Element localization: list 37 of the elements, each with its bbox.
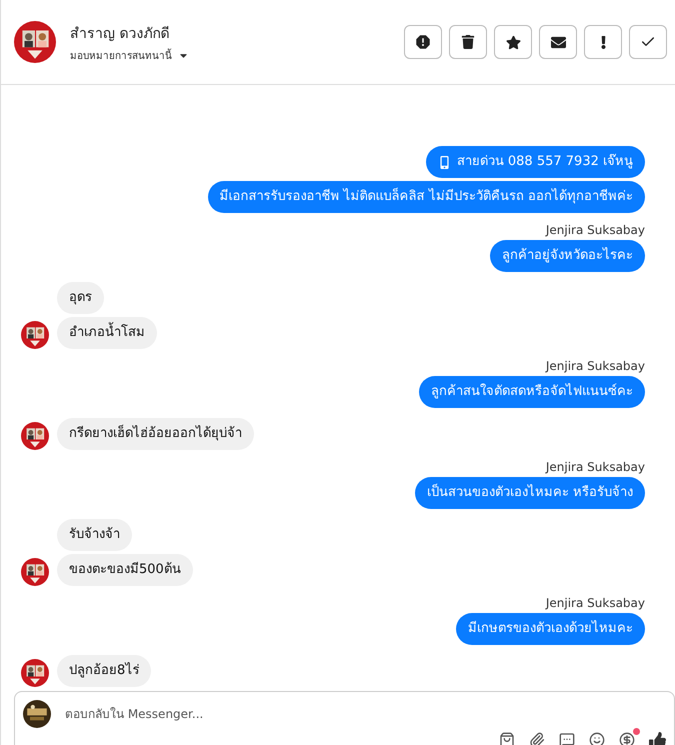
phone-icon [438, 156, 451, 168]
smile-icon[interactable] [589, 732, 605, 745]
message-text: สายด่วน 088 557 7932 เจ๊หนู [456, 153, 633, 171]
message-text: กรีดยางเฮ็ดไฮ่อ้อยออกได้ยุบ่จ้า [69, 425, 242, 443]
sender-name: Jenjira Suksabay [546, 596, 645, 610]
message-text: อำเภอน้ำโสม [69, 324, 145, 342]
message-text: มีเอกสารรับรองอาชีพ ไม่ติดแบล็คลิส ไม่มีประวัติคืนรถ ออกได้ทุกอาชีพค่ะ [220, 188, 633, 206]
chat-icon[interactable] [559, 732, 575, 745]
star-button[interactable] [494, 25, 532, 59]
assign-dropdown[interactable]: มอบหมายการสนทนานี้ [70, 48, 189, 62]
star-icon [506, 34, 520, 50]
notification-dot [633, 728, 640, 735]
check-button[interactable] [629, 25, 667, 59]
sender-name: Jenjira Suksabay [546, 223, 645, 237]
exclamation-button[interactable] [584, 25, 622, 59]
message-text: มีเกษตรของตัวเองด้วยไหมคะ [468, 620, 633, 638]
trash-button[interactable] [449, 25, 487, 59]
report-button[interactable] [404, 25, 442, 59]
message-text: เป็นสวนของตัวเองไหมคะ หรือรับจ้าง [426, 484, 633, 502]
message-text: ลูกค้าอยู่จังหวัดอะไรคะ [502, 247, 633, 265]
paperclip-icon[interactable] [529, 732, 545, 745]
report-icon [414, 33, 432, 51]
shopping-bag-icon[interactable] [499, 732, 515, 745]
sender-name: Jenjira Suksabay [546, 359, 645, 373]
message-text: รับจ้างจ้า [69, 526, 120, 544]
message-text: ลูกค้าสนใจตัดสดหรือจัดไฟแนนซ์คะ [431, 383, 633, 401]
sender-name: Jenjira Suksabay [546, 460, 645, 474]
contact-name: สำราญ ดวงภักดี [70, 24, 170, 44]
envelope-button[interactable] [539, 25, 577, 59]
message-text: อุดร [69, 289, 92, 307]
envelope-icon [550, 34, 566, 50]
reply-box[interactable]: ตอบกลับใน Messenger... [14, 691, 675, 745]
thumbs-up-icon[interactable] [649, 732, 666, 745]
message-text: ปลูกอ้อย8ไร่ [69, 662, 140, 680]
trash-icon [461, 35, 475, 49]
coin-icon[interactable] [619, 728, 640, 745]
message-text: ของตะของมี500ต้น [69, 561, 181, 579]
